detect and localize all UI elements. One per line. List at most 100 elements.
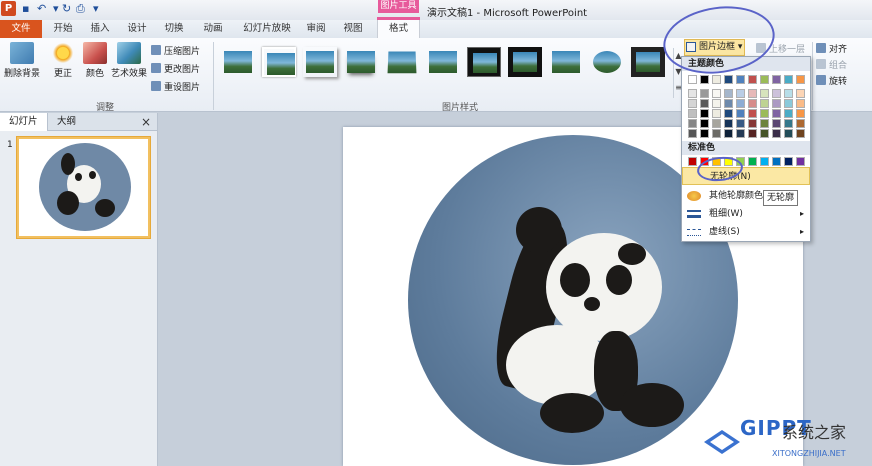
tab-design[interactable]: 设计 <box>124 20 150 38</box>
tab-view[interactable]: 视图 <box>340 20 366 38</box>
theme-color-swatch[interactable] <box>784 129 793 138</box>
picture-style-5[interactable] <box>385 47 419 77</box>
theme-color-swatch[interactable] <box>760 109 769 118</box>
align-button[interactable]: 对齐 <box>816 42 847 55</box>
theme-color-swatch[interactable] <box>688 109 697 118</box>
theme-color-swatch[interactable] <box>736 89 745 98</box>
theme-color-swatch[interactable] <box>748 75 757 84</box>
tab-slideshow[interactable]: 幻灯片放映 <box>240 20 294 38</box>
theme-color-swatch[interactable] <box>772 119 781 128</box>
theme-color-swatch[interactable] <box>760 89 769 98</box>
picture-style-3[interactable] <box>303 47 337 77</box>
theme-color-swatch[interactable] <box>724 75 733 84</box>
theme-color-swatch[interactable] <box>784 75 793 84</box>
theme-color-swatch[interactable] <box>748 109 757 118</box>
theme-color-swatch[interactable] <box>688 89 697 98</box>
redo-icon[interactable]: ↻ <box>62 2 71 15</box>
slide-thumbnail[interactable] <box>17 137 150 238</box>
standard-color-swatch[interactable] <box>784 157 793 166</box>
standard-color-swatch[interactable] <box>796 157 805 166</box>
save-icon[interactable]: ▪ <box>22 2 29 15</box>
theme-color-swatch[interactable] <box>796 129 805 138</box>
theme-color-swatch[interactable] <box>748 89 757 98</box>
theme-color-swatch[interactable] <box>724 89 733 98</box>
theme-color-swatch[interactable] <box>700 99 709 108</box>
theme-color-swatch[interactable] <box>748 129 757 138</box>
tab-review[interactable]: 审阅 <box>303 20 329 38</box>
theme-color-swatch[interactable] <box>736 75 745 84</box>
picture-style-11[interactable] <box>631 47 665 77</box>
tab-transitions[interactable]: 切换 <box>161 20 187 38</box>
standard-color-swatch[interactable] <box>772 157 781 166</box>
theme-color-swatch[interactable] <box>772 99 781 108</box>
customize-toolbar-icon[interactable]: ▾ <box>93 2 99 15</box>
tab-slides[interactable]: 幻灯片 <box>0 113 48 131</box>
picture-style-1[interactable] <box>221 47 255 77</box>
picture-style-4[interactable] <box>344 47 378 77</box>
undo-icon[interactable]: ↶ <box>37 2 46 15</box>
theme-color-swatch[interactable] <box>760 75 769 84</box>
tab-insert[interactable]: 插入 <box>87 20 113 38</box>
theme-color-swatch[interactable] <box>688 129 697 138</box>
theme-color-swatch[interactable] <box>700 119 709 128</box>
theme-color-swatch[interactable] <box>724 129 733 138</box>
tab-home[interactable]: 开始 <box>50 20 76 38</box>
theme-color-swatch[interactable] <box>760 129 769 138</box>
theme-color-swatch[interactable] <box>712 129 721 138</box>
tab-animations[interactable]: 动画 <box>198 20 228 38</box>
picture-style-2[interactable] <box>262 47 296 77</box>
rotate-button[interactable]: 旋转 <box>816 74 847 87</box>
picture-style-6[interactable] <box>426 47 460 77</box>
print-icon[interactable]: ⎙ <box>76 2 85 16</box>
theme-color-swatch[interactable] <box>796 119 805 128</box>
theme-color-swatch[interactable] <box>772 75 781 84</box>
theme-color-swatch[interactable] <box>712 89 721 98</box>
theme-color-swatch[interactable] <box>772 109 781 118</box>
weight-item[interactable]: 粗细(W) ▸ <box>682 205 810 223</box>
theme-color-swatch[interactable] <box>796 89 805 98</box>
theme-color-swatch[interactable] <box>688 99 697 108</box>
theme-color-swatch[interactable] <box>700 89 709 98</box>
theme-color-swatch[interactable] <box>700 109 709 118</box>
theme-color-swatch[interactable] <box>784 89 793 98</box>
remove-background-button[interactable]: 删除背景 <box>4 42 40 79</box>
theme-color-swatch[interactable] <box>760 119 769 128</box>
picture-style-7[interactable] <box>467 47 501 77</box>
theme-color-swatch[interactable] <box>736 119 745 128</box>
theme-color-swatch[interactable] <box>724 109 733 118</box>
group-button[interactable]: 组合 <box>816 58 847 71</box>
theme-color-swatch[interactable] <box>796 75 805 84</box>
theme-color-swatch[interactable] <box>760 99 769 108</box>
theme-color-swatch[interactable] <box>688 75 697 84</box>
theme-color-swatch[interactable] <box>736 129 745 138</box>
theme-color-swatch[interactable] <box>724 99 733 108</box>
picture-style-10[interactable] <box>590 47 624 77</box>
color-button[interactable]: 颜色 <box>82 42 108 79</box>
standard-color-swatch[interactable] <box>760 157 769 166</box>
tab-outline[interactable]: 大纲 <box>48 113 85 131</box>
theme-color-swatch[interactable] <box>784 119 793 128</box>
theme-color-swatch[interactable] <box>700 75 709 84</box>
theme-color-swatch[interactable] <box>796 109 805 118</box>
theme-color-swatch[interactable] <box>736 99 745 108</box>
reset-picture-button[interactable]: 重设图片 <box>151 80 200 93</box>
theme-color-swatch[interactable] <box>724 119 733 128</box>
theme-color-swatch[interactable] <box>712 109 721 118</box>
dropdown-chevron-icon[interactable]: ▾ <box>53 2 59 15</box>
artistic-effects-button[interactable]: 艺术效果 <box>110 42 148 79</box>
corrections-button[interactable]: 更正 <box>50 42 76 79</box>
theme-color-swatch[interactable] <box>712 99 721 108</box>
theme-color-swatch[interactable] <box>796 99 805 108</box>
picture-style-8[interactable] <box>508 47 542 77</box>
theme-color-swatch[interactable] <box>784 109 793 118</box>
standard-color-swatch[interactable] <box>748 157 757 166</box>
tab-file[interactable]: 文件 <box>0 20 42 38</box>
close-icon[interactable]: × <box>141 115 151 129</box>
powerpoint-app-icon[interactable]: P <box>1 1 16 16</box>
theme-color-swatch[interactable] <box>688 119 697 128</box>
theme-color-swatch[interactable] <box>712 119 721 128</box>
theme-color-swatch[interactable] <box>784 99 793 108</box>
standard-color-swatch[interactable] <box>688 157 697 166</box>
theme-color-swatch[interactable] <box>748 119 757 128</box>
change-picture-button[interactable]: 更改图片 <box>151 62 200 75</box>
